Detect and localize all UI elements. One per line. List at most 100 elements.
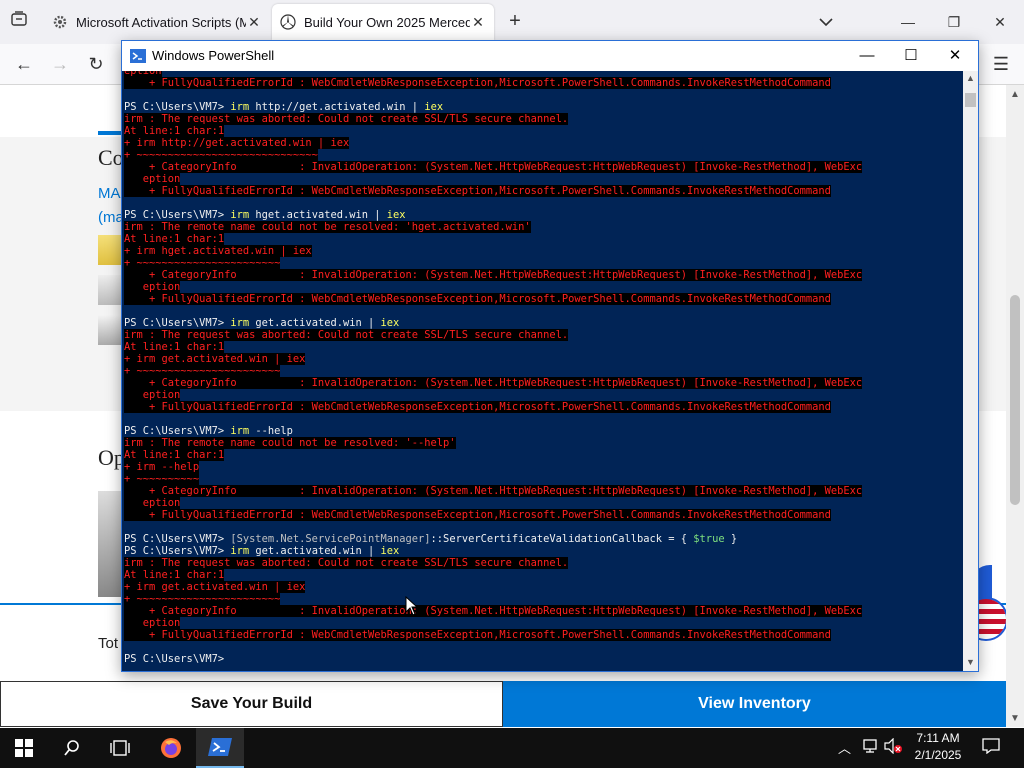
maximize-icon[interactable]: ☐ (888, 41, 934, 71)
console-output[interactable]: eption + FullyQualifiedErrorId : WebCmdl… (122, 71, 963, 671)
console-prompt-line: PS C:\Users\VM7> irm http://get.activate… (124, 101, 443, 113)
close-icon[interactable]: ✕ (932, 41, 978, 71)
system-clock[interactable]: 7:11 AM 2/1/2025 (905, 730, 971, 764)
powershell-taskbar-icon[interactable] (196, 728, 244, 768)
command-text: irm (230, 425, 250, 437)
command-text: iex (386, 209, 406, 221)
notifications-icon[interactable] (982, 738, 1000, 757)
console-scrollbar[interactable]: ▲ ▼ (963, 71, 978, 671)
scroll-down-icon[interactable]: ▼ (964, 657, 977, 667)
network-icon[interactable] (862, 738, 880, 757)
scrollbar-thumb[interactable] (1010, 295, 1020, 505)
prompt-text: PS C:\Users\VM7> (124, 653, 231, 665)
error-text: irm : The request was aborted: Could not… (124, 329, 569, 341)
console-error-line: + ~~~~~~~~~~~~~~~~~~~~~~~ (124, 257, 281, 269)
console-prompt-line: PS C:\Users\VM7> irm get.activated.win |… (124, 317, 399, 329)
mercedes-logo-icon (280, 14, 296, 30)
command-text: iex (424, 101, 444, 113)
close-window-icon[interactable]: ✕ (980, 8, 1020, 36)
error-text: eption (124, 173, 181, 185)
argument-text: get.activated.win | (249, 317, 381, 329)
tab-label: Build Your Own 2025 Mercedes (304, 14, 470, 30)
error-text: + ~~~~~~~~~~~~~~~~~~~~~~~ (124, 593, 281, 605)
console-prompt-line: PS C:\Users\VM7> irm --help (124, 425, 293, 437)
clock-date: 2/1/2025 (914, 748, 962, 762)
color-swatch[interactable] (98, 235, 122, 265)
taskbar: ︿ 7:11 AM 2/1/2025 (0, 728, 1024, 768)
model-link[interactable]: MA (98, 185, 121, 202)
page-scrollbar[interactable]: ▲ ▼ (1006, 85, 1024, 727)
powershell-icon (130, 49, 146, 63)
console-error-line: + irm http://get.activated.win | iex (124, 137, 350, 149)
console-error-line: + FullyQualifiedErrorId : WebCmdletWebRe… (124, 77, 831, 89)
chevron-up-icon[interactable]: ︿ (838, 738, 851, 757)
console-error-line: + irm get.activated.win | iex (124, 353, 306, 365)
powershell-window: Windows PowerShell — ☐ ✕ eption + FullyQ… (121, 40, 979, 672)
error-text: At line:1 char:1 (124, 233, 225, 245)
view-inventory-button[interactable]: View Inventory (503, 681, 1006, 727)
console-error-line: irm : The request was aborted: Could not… (124, 557, 569, 569)
error-text: + CategoryInfo : InvalidOperation: (Syst… (124, 377, 863, 389)
error-text: At line:1 char:1 (124, 341, 225, 353)
error-text: irm : The request was aborted: Could not… (124, 557, 569, 569)
console-error-line: + irm hget.activated.win | iex (124, 245, 312, 257)
minimize-window-icon[interactable]: — (888, 8, 928, 36)
console-prompt-line: PS C:\Users\VM7> irm get.activated.win |… (124, 545, 399, 557)
window-title: Windows PowerShell (152, 48, 275, 63)
console-error-line: + CategoryInfo : InvalidOperation: (Syst… (124, 485, 863, 497)
tab-build-your-own-mercedes[interactable]: Build Your Own 2025 Mercedes ✕ (272, 4, 494, 40)
console-prompt-line: PS C:\Users\VM7> irm hget.activated.win … (124, 209, 406, 221)
console-prompt-line: PS C:\Users\VM7> (124, 653, 230, 665)
firefox-icon[interactable] (147, 728, 195, 768)
search-icon[interactable] (48, 728, 96, 768)
volume-muted-icon[interactable] (884, 737, 902, 757)
task-view-icon[interactable] (96, 728, 144, 768)
forward-arrow-icon[interactable]: → (48, 52, 72, 76)
error-text: + irm hget.activated.win | iex (124, 245, 312, 257)
powershell-titlebar[interactable]: Windows PowerShell — ☐ ✕ (122, 41, 978, 71)
error-text: + ~~~~~~~~~~ (124, 473, 200, 485)
error-text: + FullyQualifiedErrorId : WebCmdletWebRe… (124, 293, 831, 305)
reload-icon[interactable]: ↻ (84, 52, 108, 76)
save-your-build-button[interactable]: Save Your Build (0, 681, 503, 727)
console-error-line: At line:1 char:1 (124, 233, 225, 245)
error-text: + FullyQualifiedErrorId : WebCmdletWebRe… (124, 185, 831, 197)
color-swatch[interactable] (98, 275, 122, 305)
error-text: eption (124, 497, 181, 509)
error-text: + irm get.activated.win | iex (124, 353, 306, 365)
prompt-text: PS C:\Users\VM7> (124, 533, 231, 545)
console-error-line: At line:1 char:1 (124, 449, 225, 461)
command-text: iex (380, 545, 400, 557)
scroll-down-icon[interactable]: ▼ (1008, 713, 1022, 724)
section-heading: Co (98, 145, 124, 170)
close-tab-icon[interactable]: ✕ (246, 14, 262, 31)
error-text: At line:1 char:1 (124, 569, 225, 581)
scroll-up-icon[interactable]: ▲ (1008, 89, 1022, 100)
console-error-line: eption (124, 173, 181, 185)
restore-window-icon[interactable]: ❐ (934, 8, 974, 36)
error-text: + CategoryInfo : InvalidOperation: (Syst… (124, 605, 863, 617)
error-text: irm : The remote name could not be resol… (124, 437, 456, 449)
argument-text: get.activated.win | (249, 545, 381, 557)
tab-microsoft-activation-scripts[interactable]: Microsoft Activation Scripts (M ✕ (44, 4, 270, 40)
console-error-line: irm : The request was aborted: Could not… (124, 113, 569, 125)
menu-icon[interactable]: ☰ (990, 54, 1012, 74)
console-error-line: + irm --help (124, 461, 200, 473)
scrollbar-thumb[interactable] (965, 93, 976, 107)
error-text: + CategoryInfo : InvalidOperation: (Syst… (124, 269, 863, 281)
console-error-line: irm : The remote name could not be resol… (124, 221, 531, 233)
scroll-up-icon[interactable]: ▲ (964, 73, 977, 83)
minimize-icon[interactable]: — (844, 41, 890, 71)
windows-start-icon[interactable] (0, 728, 48, 768)
clock-time: 7:11 AM (916, 731, 960, 745)
tab-overview-icon[interactable] (6, 10, 32, 34)
close-tab-icon[interactable]: ✕ (470, 14, 486, 31)
model-link-code[interactable]: (ma (98, 209, 124, 226)
error-text: irm : The remote name could not be resol… (124, 221, 531, 233)
chevron-down-icon[interactable] (816, 12, 836, 32)
new-tab-button[interactable]: + (504, 10, 526, 34)
error-text: + irm get.activated.win | iex (124, 581, 306, 593)
color-swatch[interactable] (98, 315, 122, 345)
type-text: [System.Net.ServicePointManager] (230, 533, 431, 545)
back-arrow-icon[interactable]: ← (12, 52, 36, 76)
